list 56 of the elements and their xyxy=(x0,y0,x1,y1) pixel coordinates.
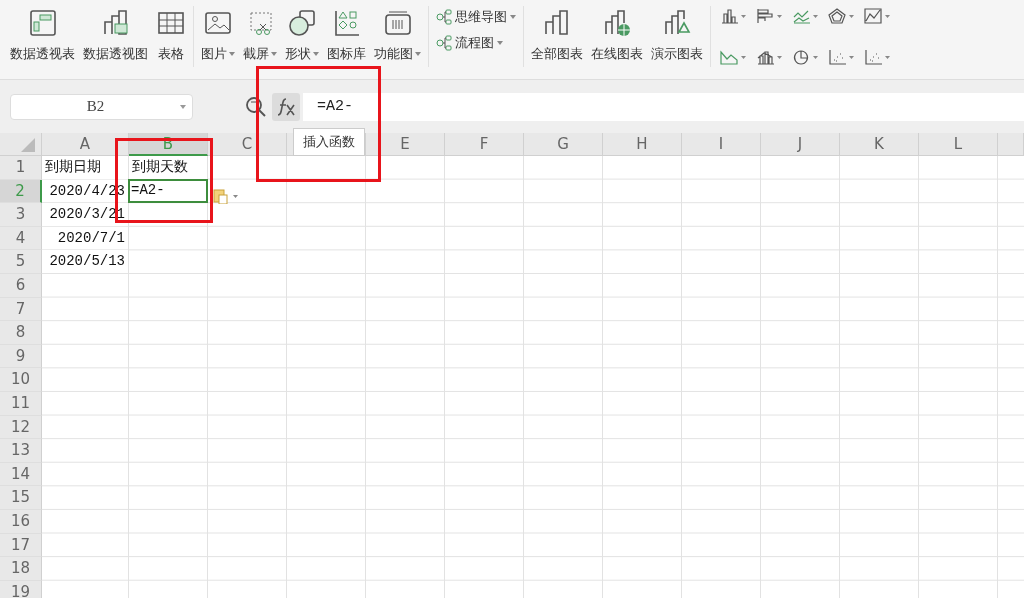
name-box[interactable]: B2 xyxy=(10,93,193,120)
row-header[interactable]: 11 xyxy=(0,391,42,416)
column-header[interactable]: C xyxy=(208,133,287,156)
ribbon-button[interactable]: 图标库 xyxy=(323,8,370,63)
column-header[interactable]: A xyxy=(42,133,129,156)
row-header[interactable]: 14 xyxy=(0,462,42,487)
row-header[interactable]: 3 xyxy=(0,203,42,227)
ribbon-button[interactable]: 表格 xyxy=(152,8,190,63)
column-header[interactable]: G xyxy=(524,133,603,156)
column-header[interactable]: J xyxy=(761,133,840,156)
column-header[interactable]: L xyxy=(919,133,998,156)
ribbon-button[interactable]: 数据透视表 xyxy=(6,8,79,63)
row-header[interactable]: 15 xyxy=(0,486,42,510)
table-cell: 到期天数 xyxy=(129,156,207,179)
row-header[interactable]: 16 xyxy=(0,509,42,534)
caret-icon xyxy=(180,104,186,109)
pivot-table-icon xyxy=(27,8,58,38)
corner-triangle-icon xyxy=(21,138,35,152)
tooltip: 插入函数 xyxy=(293,128,365,156)
ribbon-button[interactable]: 全部图表 xyxy=(527,8,587,63)
ribbon-button[interactable]: 数据透视图 xyxy=(79,8,152,63)
row-header[interactable]: 1 xyxy=(0,156,42,180)
table-cell: 到期日期 xyxy=(42,156,128,179)
row-header[interactable]: 13 xyxy=(0,439,42,463)
formula-input[interactable]: =A2- xyxy=(303,92,1024,121)
barcode-icon xyxy=(382,8,413,38)
row-header[interactable]: 17 xyxy=(0,533,42,558)
row-header[interactable]: 10 xyxy=(0,368,42,392)
column-header[interactable]: K xyxy=(840,133,919,156)
row-header[interactable]: 18 xyxy=(0,557,42,581)
zoom-icon[interactable] xyxy=(245,95,267,118)
ribbon-button[interactable]: 思维导图 xyxy=(432,8,520,26)
row-header[interactable]: 5 xyxy=(0,250,42,274)
ribbon-button[interactable]: 图片 xyxy=(197,8,239,63)
ribbon-button[interactable]: 演示图表 xyxy=(647,8,707,63)
row-header[interactable]: 12 xyxy=(0,415,42,440)
active-cell[interactable]: =A2- xyxy=(128,178,208,204)
column-header[interactable]: F xyxy=(445,133,524,156)
shapes-icon xyxy=(287,8,317,38)
column-header[interactable]: E xyxy=(366,133,445,156)
insert-function-icon[interactable] xyxy=(272,92,300,121)
row-header[interactable]: 7 xyxy=(0,297,42,322)
ribbon-button[interactable]: 截屏 xyxy=(239,8,281,63)
ribbon-button[interactable]: 在线图表 xyxy=(587,8,647,63)
row-header[interactable]: 9 xyxy=(0,344,42,369)
row-header[interactable]: 4 xyxy=(0,226,42,251)
mind-map-icon xyxy=(436,9,452,25)
column-header[interactable]: I xyxy=(682,133,761,156)
ribbon-button[interactable]: 功能图 xyxy=(370,8,425,63)
flowchart-icon xyxy=(436,35,452,51)
row-header[interactable]: 6 xyxy=(0,273,42,298)
row-header[interactable]: 8 xyxy=(0,321,42,345)
ribbon-button[interactable]: 流程图 xyxy=(432,34,507,52)
ribbon-button[interactable]: 形状 xyxy=(281,8,323,63)
column-header[interactable]: H xyxy=(603,133,682,156)
globe-chart-icon xyxy=(602,8,632,38)
